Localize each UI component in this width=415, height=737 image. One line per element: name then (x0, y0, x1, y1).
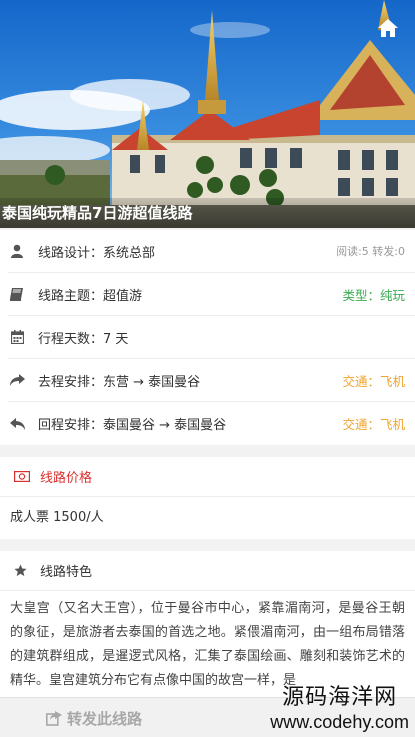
hero-title: 泰国纯玩精品7日游超值线路 (0, 198, 415, 228)
share-route-button[interactable]: 转发此线路 (46, 698, 142, 737)
feature-section: 线路特色 大皇宫（又名大王宫），位于曼谷市中心，紧靠湄南河，是曼谷王朝的象征，是… (0, 551, 415, 703)
share-square-icon (46, 710, 62, 726)
watermark-line-1: 源码海洋网 (282, 685, 398, 710)
info-value: 泰国曼谷 → 泰国曼谷 (103, 418, 227, 433)
info-value: 东营 → 泰国曼谷 (103, 374, 201, 390)
info-row-days: 行程天数： 7 天 (8, 316, 415, 359)
info-value: 超值游 (103, 288, 143, 304)
share-forward-icon (9, 372, 25, 388)
departure-transport: 交通：飞机 (342, 373, 405, 389)
info-row-return: 回程安排： 泰国曼谷 → 泰国曼谷 交通：飞机 (8, 402, 415, 445)
home-icon (378, 19, 398, 37)
return-transport: 交通：飞机 (342, 417, 405, 432)
info-label: 回程安排： (38, 418, 104, 433)
home-button[interactable] (377, 18, 399, 38)
read-share-count: 阅读:5 转发:0 (336, 245, 405, 258)
info-value: 系统总部 (103, 245, 156, 261)
price-section: 线路价格 成人票 1500/人 (0, 457, 415, 539)
calendar-icon (9, 329, 25, 345)
share-route-label: 转发此线路 (67, 709, 143, 728)
info-value: 7 天 (103, 331, 129, 347)
route-info-list: 线路设计： 系统总部 阅读:5 转发:0 线路主题： 超值游 类型：纯玩 行程天… (0, 230, 415, 445)
info-label: 去程安排： (38, 374, 104, 390)
feature-header: 线路特色 (0, 551, 415, 591)
feature-title: 线路特色 (40, 565, 93, 580)
money-icon (14, 470, 32, 484)
info-row-departure: 去程安排： 东营 → 泰国曼谷 交通：飞机 (8, 359, 415, 402)
bottom-bar: 转发此线路 源码海洋网 www.codehy.com (0, 685, 415, 737)
book-icon (9, 286, 25, 302)
info-label: 线路设计： (38, 245, 104, 261)
info-label: 线路主题： (38, 288, 104, 304)
price-header: 线路价格 (0, 457, 415, 497)
watermark-line-2: www.codehy.com (270, 712, 409, 732)
page: 泰国纯玩精品7日游超值线路 线路设计： 系统总部 阅读:5 转发:0 线路主题：… (0, 0, 415, 737)
info-label: 行程天数： (38, 331, 104, 347)
user-icon (9, 243, 25, 259)
reply-icon (9, 416, 25, 432)
info-row-theme: 线路主题： 超值游 类型：纯玩 (8, 273, 415, 316)
star-icon (14, 564, 32, 578)
route-type: 类型：纯玩 (342, 287, 405, 303)
price-text: 成人票 1500/人 (10, 510, 104, 525)
hero-banner: 泰国纯玩精品7日游超值线路 (0, 0, 415, 228)
watermark: 源码海洋网 www.codehy.com (270, 685, 409, 733)
price-title: 线路价格 (40, 471, 93, 486)
info-row-designer: 线路设计： 系统总部 阅读:5 转发:0 (8, 230, 415, 273)
hero-image (0, 0, 415, 228)
